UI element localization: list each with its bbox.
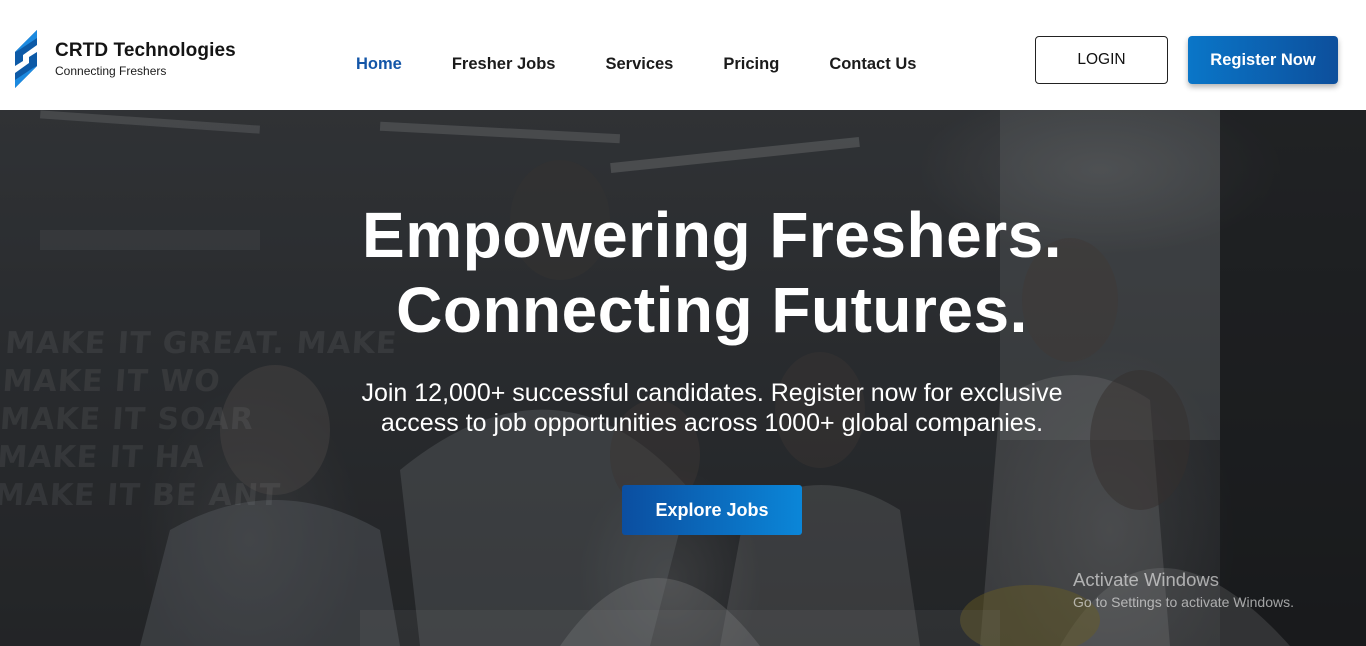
crtd-s-logo-icon <box>15 30 37 88</box>
hero-subtitle: Join 12,000+ successful candidates. Regi… <box>0 378 1366 438</box>
hero-title-line-1: Empowering Freshers. <box>362 199 1062 271</box>
nav-item-fresher-jobs[interactable]: Fresher Jobs <box>452 53 556 75</box>
hero-title-line-2: Connecting Futures. <box>396 274 1028 346</box>
main-navigation: Home Fresher Jobs Services Pricing Conta… <box>356 53 966 75</box>
activate-windows-title: Activate Windows <box>1073 569 1219 590</box>
brand-logo-link[interactable]: CRTD Technologies Connecting Freshers <box>10 27 236 91</box>
login-button[interactable]: LOGIN <box>1035 36 1168 84</box>
nav-item-pricing[interactable]: Pricing <box>723 53 779 75</box>
brand-name: CRTD Technologies <box>55 39 236 61</box>
brand-tagline: Connecting Freshers <box>55 63 167 78</box>
hero-subtitle-line-2: access to job opportunities across 1000+… <box>380 409 1044 437</box>
hero-subtitle-line-1: Join 12,000+ successful candidates. Regi… <box>361 379 1063 407</box>
hero-section: MAKE IT GREAT. MAKE MAKE IT WO MAKE IT S… <box>0 110 1366 646</box>
brand-text: CRTD Technologies Connecting Freshers <box>55 40 236 79</box>
explore-jobs-button[interactable]: Explore Jobs <box>622 485 802 535</box>
site-header: CRTD Technologies Connecting Freshers Ho… <box>0 5 1366 110</box>
hero-title: Empowering Freshers. Connecting Futures. <box>0 198 1366 348</box>
activate-windows-subtitle: Go to Settings to activate Windows. <box>1073 594 1294 610</box>
nav-item-services[interactable]: Services <box>605 53 673 75</box>
windows-activation-watermark: Activate Windows Go to Settings to activ… <box>1073 568 1294 612</box>
register-now-button[interactable]: Register Now <box>1188 36 1338 84</box>
nav-item-contact-us[interactable]: Contact Us <box>829 53 916 75</box>
nav-item-home[interactable]: Home <box>356 53 402 75</box>
